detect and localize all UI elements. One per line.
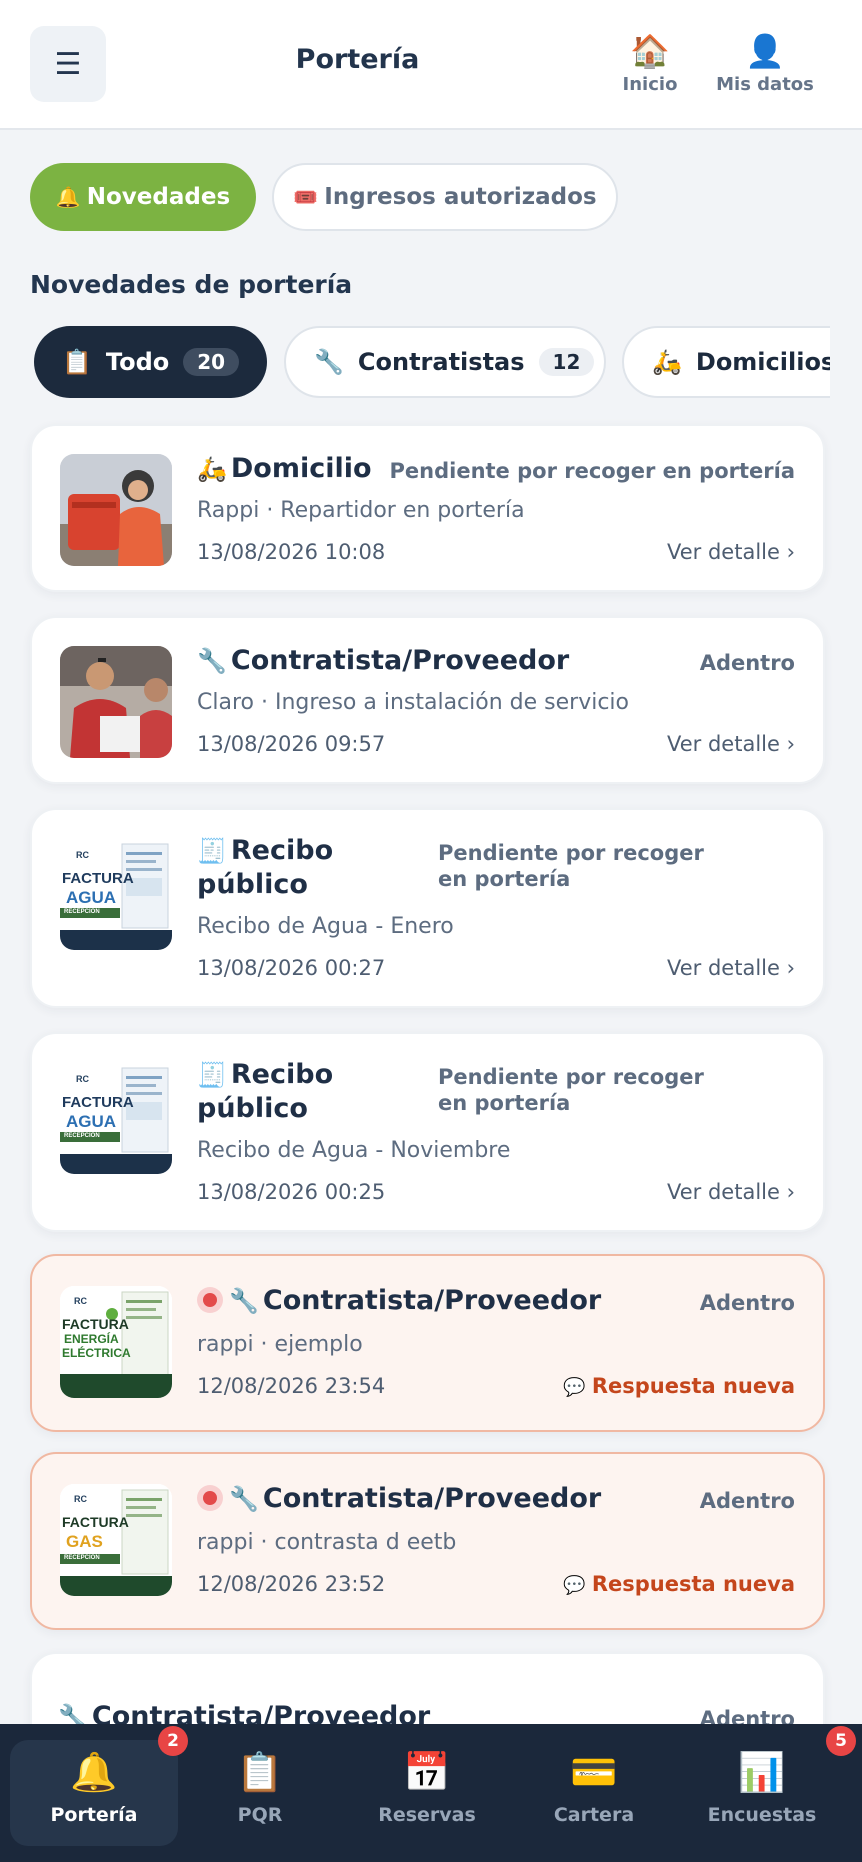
gas-bill-thumbnail: RC FACTURA GAS RECEPCIÓN <box>60 1484 172 1596</box>
card-date: 12/08/2026 23:54 <box>197 1374 386 1398</box>
card-type: 🔧 Contratista/Proveedor <box>197 1284 601 1318</box>
status-badge: Pendiente por recoger en portería <box>438 841 704 891</box>
card-type: 🧾 Recibo público <box>197 1059 334 1124</box>
page-title: Portería <box>295 44 420 75</box>
status-badge: Pendiente por recoger en portería <box>438 1065 704 1115</box>
bottom-nav-label: Cartera <box>553 1804 635 1826</box>
novedad-card[interactable]: 🛵 Domicilio Pendiente por recoger en port… <box>30 424 825 592</box>
speech-bubble-icon: 💬 <box>563 1377 586 1398</box>
water-bill-thumbnail: RC FACTURA AGUA RECEPCIÓN <box>60 1062 172 1174</box>
filter-count-badge: 12 <box>538 348 595 376</box>
receipt-icon: 🧾 <box>197 1061 227 1089</box>
status-badge: Adentro <box>699 651 795 675</box>
house-icon: 🏠 <box>630 32 670 70</box>
new-reply-link[interactable]: 💬 Respuesta nueva <box>563 1572 795 1596</box>
card-subtitle: Recibo de Agua - Noviembre <box>197 1138 511 1163</box>
tab-novedades[interactable]: 🔔 Novedades <box>30 163 256 231</box>
menu-icon: ☰ <box>54 46 82 82</box>
unread-dot-icon <box>197 1485 223 1511</box>
status-badge: Adentro <box>699 1291 795 1315</box>
card-type: 🔧 Contratista/Proveedor <box>197 1482 601 1516</box>
bell-icon: 🔔 <box>70 1750 118 1794</box>
filter-chip-domicilios[interactable]: 🛵 Domicilios <box>622 326 830 398</box>
filter-chip-contratistas[interactable]: 🔧 Contratistas 12 <box>284 326 606 398</box>
card-type: 🔧 Contratista/Proveedor <box>197 645 570 676</box>
card-date: 13/08/2026 10:08 <box>197 540 386 564</box>
filter-chip-label: Domicilios <box>695 348 830 376</box>
filter-chip-label: Contratistas <box>357 348 525 376</box>
ticket-icon: 🎟️ <box>293 185 319 209</box>
clipboard-icon: 📋 <box>236 1750 284 1794</box>
new-reply-link[interactable]: 💬 Respuesta nueva <box>563 1374 795 1398</box>
unread-dot-icon <box>197 1287 223 1313</box>
speech-bubble-icon: 💬 <box>563 1575 586 1596</box>
top-header: ☰ Portería 🏠 Inicio 👤 Mis datos <box>0 0 862 130</box>
card-date: 13/08/2026 00:25 <box>197 1180 386 1204</box>
status-badge: Pendiente por recoger en portería <box>389 459 795 483</box>
filter-count-badge: 20 <box>183 348 240 376</box>
novedad-card[interactable]: RC FACTURA AGUA RECEPCIÓN 🧾 Recibo públic… <box>30 808 825 1008</box>
tab-ingresos-label: Ingresos autorizados <box>324 184 597 210</box>
bottom-nav-reservas[interactable]: 📅 Reservas <box>343 1740 511 1846</box>
receipt-icon: 🧾 <box>197 837 227 865</box>
novedad-card[interactable]: RC FACTURA AGUA RECEPCIÓN 🧾 Recibo públic… <box>30 1032 825 1232</box>
card-subtitle: rappi · contrasta d eetb <box>197 1530 457 1555</box>
card-type: 🧾 Recibo público <box>197 835 334 900</box>
scooter-icon: 🛵 <box>652 348 682 376</box>
novedad-card[interactable]: 🔧 Contratista/Proveedor Adentro Claro · I… <box>30 616 825 784</box>
card-date: 13/08/2026 09:57 <box>197 732 386 756</box>
wrench-icon: 🔧 <box>314 348 344 376</box>
filter-chip-row[interactable]: 📋 Todo 20 🔧 Contratistas 12 🛵 Domicilios <box>30 324 830 400</box>
tab-ingresos-autorizados[interactable]: 🎟️ Ingresos autorizados <box>272 163 618 231</box>
card-type: 🛵 Domicilio <box>197 453 372 484</box>
tab-novedades-label: Novedades <box>86 184 231 210</box>
view-detail-link[interactable]: Ver detalle › <box>667 732 795 756</box>
user-icon: 👤 <box>745 32 785 70</box>
credit-card-icon: 💳 <box>570 1750 618 1794</box>
bottom-navigation: 🔔 Portería 2 📋 PQR 📅 Reservas 💳 Cartera … <box>0 1724 862 1862</box>
section-title: Novedades de portería <box>30 270 353 299</box>
bottom-nav-label: Portería <box>50 1804 138 1826</box>
bottom-nav-porteria[interactable]: 🔔 Portería <box>10 1740 178 1846</box>
menu-button[interactable]: ☰ <box>30 26 106 102</box>
nav-inicio-button[interactable]: 🏠 Inicio <box>585 32 715 95</box>
energy-bill-thumbnail: RC FACTURA ENERGÍA ELÉCTRICA <box>60 1286 172 1398</box>
notification-badge: 5 <box>826 1726 856 1756</box>
card-date: 12/08/2026 23:52 <box>197 1572 386 1596</box>
bottom-nav-label: Encuestas <box>707 1804 817 1826</box>
wrench-icon: 🔧 <box>197 647 227 675</box>
novedad-card-unread[interactable]: RC FACTURA ENERGÍA ELÉCTRICA 🔧 Contratist… <box>30 1254 825 1432</box>
status-badge: Adentro <box>699 1489 795 1513</box>
bottom-nav-encuestas[interactable]: 📊 Encuestas <box>678 1740 846 1846</box>
novedad-card-unread[interactable]: RC FACTURA GAS RECEPCIÓN 🔧 Contratista/Pr… <box>30 1452 825 1630</box>
clipboard-icon: 📋 <box>62 348 92 376</box>
bottom-nav-pqr[interactable]: 📋 PQR <box>176 1740 344 1846</box>
nav-mis-datos-button[interactable]: 👤 Mis datos <box>700 32 830 95</box>
calendar-icon: 📅 <box>403 1750 451 1794</box>
bottom-nav-cartera[interactable]: 💳 Cartera <box>510 1740 678 1846</box>
filter-chip-todo[interactable]: 📋 Todo 20 <box>34 326 267 398</box>
water-bill-thumbnail: RC FACTURA AGUA RECEPCIÓN <box>60 838 172 950</box>
view-detail-link[interactable]: Ver detalle › <box>667 540 795 564</box>
card-subtitle: Claro · Ingreso a instalación de servici… <box>197 690 629 715</box>
contractor-photo <box>60 646 172 758</box>
nav-mis-datos-label: Mis datos <box>716 74 814 95</box>
bottom-nav-label: PQR <box>237 1804 283 1826</box>
wrench-icon: 🔧 <box>229 1287 259 1315</box>
scooter-icon: 🛵 <box>197 455 227 483</box>
card-date: 13/08/2026 00:27 <box>197 956 386 980</box>
card-subtitle: Rappi · Repartidor en portería <box>197 498 525 523</box>
wrench-icon: 🔧 <box>229 1485 259 1513</box>
nav-inicio-label: Inicio <box>622 74 678 95</box>
bell-icon: 🔔 <box>55 185 81 209</box>
card-subtitle: rappi · ejemplo <box>197 1332 363 1357</box>
card-subtitle: Recibo de Agua - Enero <box>197 914 454 939</box>
view-detail-link[interactable]: Ver detalle › <box>667 1180 795 1204</box>
bottom-nav-label: Reservas <box>378 1804 476 1826</box>
bar-chart-icon: 📊 <box>738 1750 786 1794</box>
delivery-photo <box>60 454 172 566</box>
view-detail-link[interactable]: Ver detalle › <box>667 956 795 980</box>
filter-chip-label: Todo <box>105 348 170 376</box>
